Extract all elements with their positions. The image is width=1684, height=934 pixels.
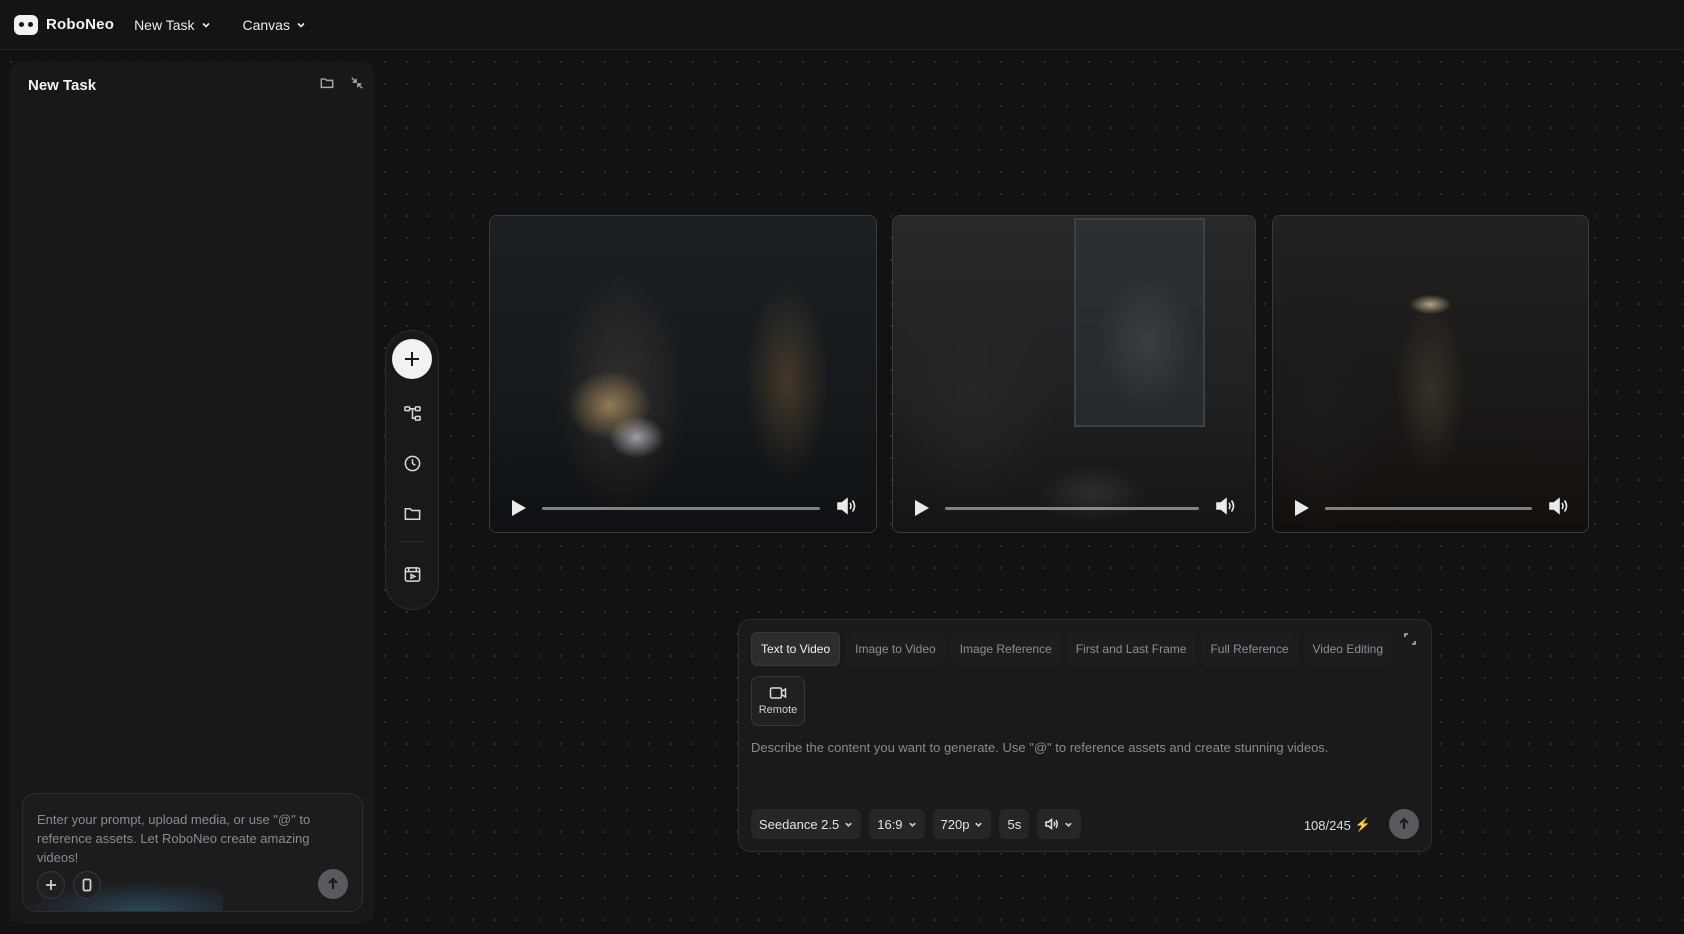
model-select[interactable]: Seedance 2.5 xyxy=(751,809,862,839)
generator-prompt-input[interactable]: Describe the content you want to generat… xyxy=(751,740,1328,755)
plus-icon xyxy=(46,880,56,890)
duration-select[interactable]: 5s xyxy=(999,809,1030,839)
prompt-send-button[interactable] xyxy=(318,869,348,899)
speaker-icon xyxy=(1045,818,1059,830)
video-frame-button[interactable] xyxy=(394,556,430,592)
add-media-button[interactable] xyxy=(37,871,65,899)
play-icon[interactable] xyxy=(915,500,929,516)
video-clip-2[interactable] xyxy=(892,215,1256,533)
toolbar-divider xyxy=(398,541,426,542)
chevron-down-icon xyxy=(201,22,210,28)
mode-tabs: Text to Video Image to Video Image Refer… xyxy=(751,632,1392,666)
generate-button[interactable] xyxy=(1389,809,1419,839)
app-logo[interactable]: RoboNeo xyxy=(14,14,115,35)
tab-full-reference[interactable]: Full Reference xyxy=(1201,632,1298,666)
chevron-down-icon xyxy=(1065,822,1072,827)
top-bar: RoboNeo New Task Canvas xyxy=(0,0,1684,50)
chevron-down-icon xyxy=(908,822,916,827)
phone-icon xyxy=(82,878,92,892)
workflow-button[interactable] xyxy=(394,395,430,431)
chevron-down-icon xyxy=(975,822,983,827)
video-controls xyxy=(893,496,1255,520)
folder-icon xyxy=(404,507,420,520)
play-icon[interactable] xyxy=(1295,500,1309,516)
progress-track[interactable] xyxy=(542,506,820,510)
canvas-menu-label: Canvas xyxy=(242,16,290,33)
expand-panel-button[interactable] xyxy=(1403,632,1419,648)
resolution-select[interactable]: 720p xyxy=(932,809,992,839)
tab-text-to-video[interactable]: Text to Video xyxy=(751,632,841,666)
folder-button[interactable] xyxy=(319,75,335,91)
video-generator-panel: Text to Video Image to Video Image Refer… xyxy=(738,619,1432,852)
volume-icon xyxy=(837,496,856,515)
progress-track[interactable] xyxy=(945,506,1199,510)
volume-button[interactable] xyxy=(1548,496,1570,520)
task-menu-label: New Task xyxy=(134,16,195,33)
duration-value: 5s xyxy=(1007,816,1022,832)
tab-first-last-frame[interactable]: First and Last Frame xyxy=(1066,632,1196,666)
progress-track[interactable] xyxy=(1325,506,1532,510)
history-button[interactable] xyxy=(394,445,430,481)
audio-select[interactable] xyxy=(1037,809,1082,839)
video-frame-icon xyxy=(404,566,420,582)
video-thumbnail xyxy=(1273,216,1588,532)
aspect-ratio-value: 16:9 xyxy=(877,816,903,832)
resolution-value: 720p xyxy=(940,816,970,832)
remote-label: Remote xyxy=(758,704,798,716)
model-value: Seedance 2.5 xyxy=(759,816,840,832)
volume-button[interactable] xyxy=(1215,496,1237,520)
roboneo-logo-icon xyxy=(14,14,38,35)
volume-icon xyxy=(1549,496,1568,515)
collapse-icon xyxy=(351,77,363,89)
tab-video-editing[interactable]: Video Editing xyxy=(1303,632,1392,666)
app-name: RoboNeo xyxy=(46,16,115,33)
credits-counter: 108/245 ⚡ xyxy=(1304,817,1371,833)
canvas-toolbar xyxy=(385,330,439,610)
panel-title: New Task xyxy=(28,77,97,94)
tab-image-reference[interactable]: Image Reference xyxy=(950,632,1061,666)
expand-icon xyxy=(1404,633,1416,645)
chevron-down-icon xyxy=(845,822,853,827)
aspect-ratio-select[interactable]: 16:9 xyxy=(869,809,925,839)
video-clip-1[interactable] xyxy=(489,215,877,533)
task-side-panel: New Task Enter your prompt, upload media… xyxy=(10,61,375,924)
lightning-icon: ⚡ xyxy=(1354,817,1371,832)
assets-button[interactable] xyxy=(394,495,430,531)
plus-icon xyxy=(405,352,419,366)
video-camera-icon xyxy=(769,687,787,699)
history-icon xyxy=(404,455,420,471)
workflow-icon xyxy=(403,405,421,421)
arrow-up-icon xyxy=(1399,817,1409,829)
video-controls xyxy=(490,496,876,520)
video-thumbnail xyxy=(893,216,1255,532)
volume-button[interactable] xyxy=(836,496,858,520)
folder-icon xyxy=(320,78,334,89)
collapse-panel-button[interactable] xyxy=(349,75,365,91)
chat-prompt-box[interactable]: Enter your prompt, upload media, or use … xyxy=(22,793,363,912)
prompt-input[interactable]: Enter your prompt, upload media, or use … xyxy=(37,810,347,867)
chevron-down-icon xyxy=(297,22,305,28)
canvas-menu[interactable]: Canvas xyxy=(243,17,306,33)
device-button[interactable] xyxy=(73,871,101,899)
volume-icon xyxy=(1216,496,1235,515)
video-clip-3[interactable] xyxy=(1272,215,1589,533)
remote-button[interactable]: Remote xyxy=(751,676,805,726)
video-thumbnail xyxy=(490,216,876,532)
video-controls xyxy=(1273,496,1588,520)
credits-value: 108/245 xyxy=(1303,817,1351,833)
add-node-button[interactable] xyxy=(392,339,432,379)
arrow-up-icon xyxy=(328,877,338,889)
play-icon[interactable] xyxy=(512,500,526,516)
task-menu[interactable]: New Task xyxy=(134,17,210,33)
tab-image-to-video[interactable]: Image to Video xyxy=(846,632,945,666)
generation-options: Seedance 2.5 16:9 720p 5s xyxy=(751,809,1082,839)
